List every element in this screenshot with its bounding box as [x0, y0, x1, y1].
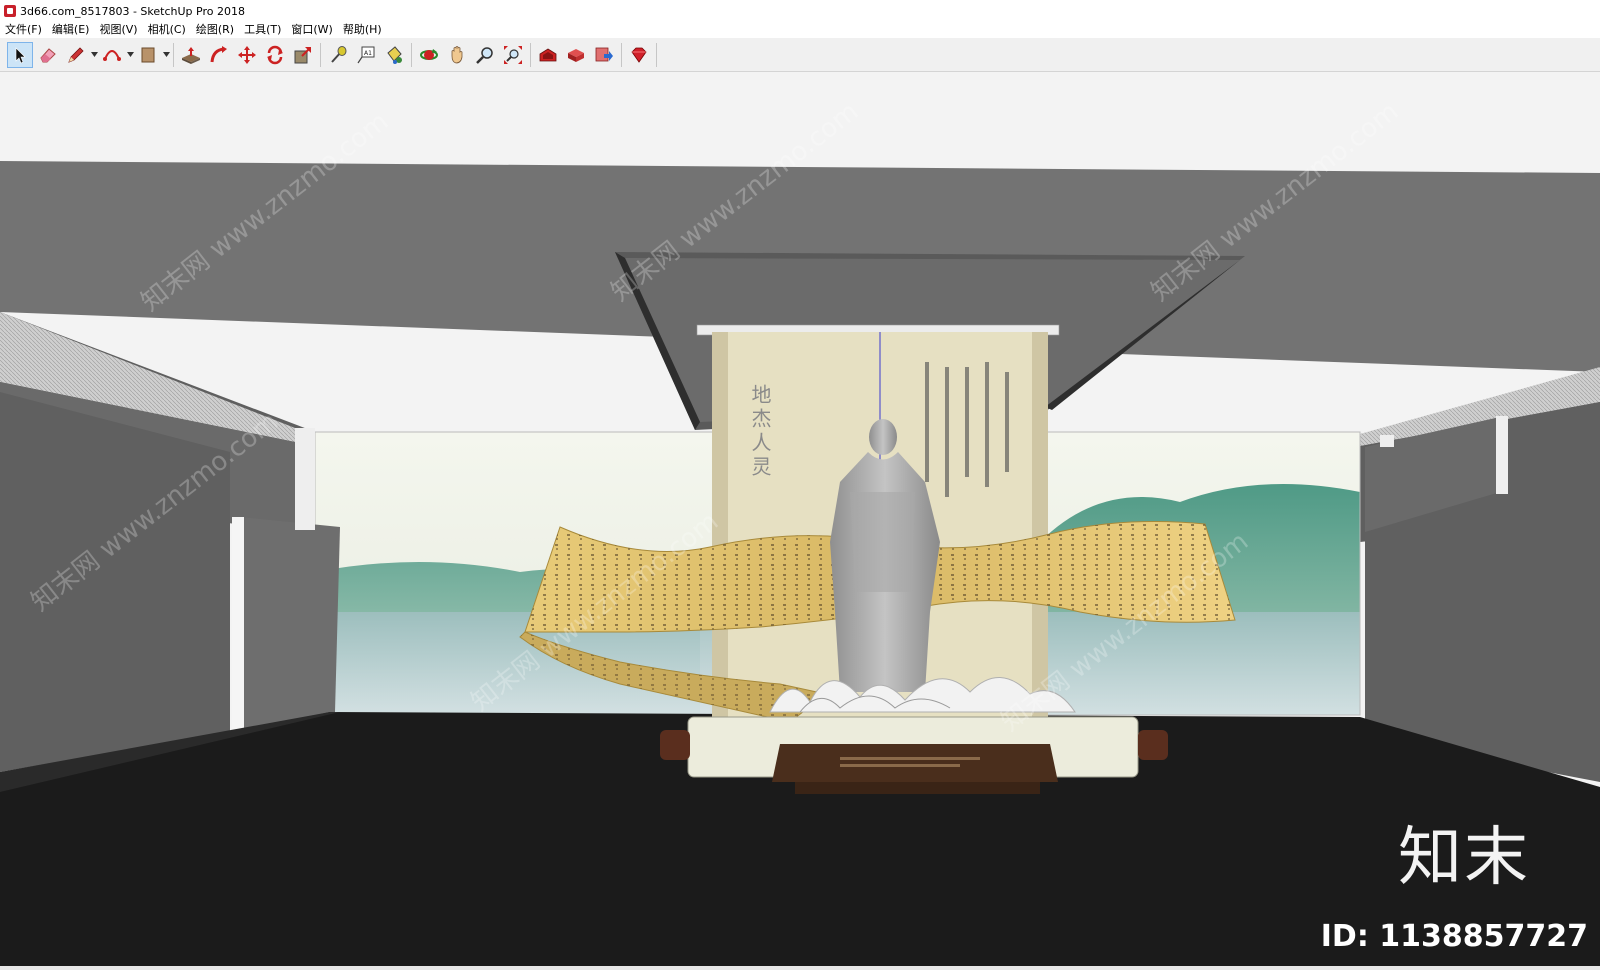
model-viewport[interactable]: 地杰人灵 知末网 www.znzmo.com 知末网 www.znzmo.com…: [0, 72, 1600, 970]
menu-file[interactable]: 文件(F): [0, 22, 47, 38]
toolbar-separator: [173, 42, 174, 67]
push-pull-tool-button[interactable]: [178, 42, 204, 68]
zoom-extents-tool-button[interactable]: [500, 42, 526, 68]
tape-measure-icon: [331, 45, 347, 63]
sketchup-app-icon: [4, 5, 16, 17]
select-icon: [15, 46, 26, 63]
pencil-dropdown[interactable]: [90, 42, 98, 68]
menu-bar: 文件(F) 编辑(E) 视图(V) 相机(C) 绘图(R) 工具(T) 窗口(W…: [0, 22, 1600, 38]
warehouse-icon: [539, 48, 557, 61]
chevron-down-icon: [162, 52, 170, 57]
rectangle-icon: [141, 47, 155, 62]
pencil-tool-button[interactable]: [63, 42, 89, 68]
main-toolbar: A1: [0, 38, 1600, 72]
follow-me-tool-button[interactable]: [206, 42, 232, 68]
title-bar: 3d66.com_8517803 - SketchUp Pro 2018: [0, 0, 1600, 22]
text-icon: A1: [357, 46, 375, 63]
chevron-down-icon: [90, 52, 98, 57]
menu-tools[interactable]: 工具(T): [239, 22, 286, 38]
menu-edit[interactable]: 编辑(E): [47, 22, 95, 38]
ruby-console-button[interactable]: [626, 42, 652, 68]
rectangle-tool-button[interactable]: [135, 42, 161, 68]
toolbar-separator: [320, 42, 321, 67]
move-icon: [238, 45, 256, 64]
menu-view[interactable]: 视图(V): [94, 22, 142, 38]
text-tool-button[interactable]: A1: [353, 42, 379, 68]
brand-watermark: 知末: [1398, 821, 1530, 895]
components-button[interactable]: [563, 42, 589, 68]
rotate-tool-button[interactable]: [262, 42, 288, 68]
follow-me-icon: [210, 45, 227, 62]
components-icon: [568, 48, 584, 62]
ruby-icon: [631, 47, 647, 63]
toolbar-separator: [530, 42, 531, 67]
orbit-icon: [420, 48, 438, 60]
scale-tool-button[interactable]: [290, 42, 316, 68]
scale-icon: [294, 46, 311, 63]
scroll-title-text: 地杰人灵: [748, 384, 772, 480]
arc-tool-button[interactable]: [99, 42, 125, 68]
svg-text:A1: A1: [364, 50, 372, 57]
toolbar-separator: [621, 42, 622, 67]
scene-render: 地杰人灵 知末网 www.znzmo.com 知末网 www.znzmo.com…: [0, 97, 1600, 970]
id-watermark: ID: 1138857727: [1320, 919, 1588, 954]
window-title: 3d66.com_8517803 - SketchUp Pro 2018: [20, 4, 245, 18]
paint-bucket-icon: [387, 45, 402, 64]
share-model-icon: [595, 47, 613, 61]
menu-draw[interactable]: 绘图(R): [191, 22, 239, 38]
toolbar-separator: [656, 42, 657, 67]
pencil-icon: [68, 46, 84, 63]
tape-measure-tool-button[interactable]: [325, 42, 351, 68]
rectangle-dropdown[interactable]: [162, 42, 170, 68]
arc-icon: [103, 49, 121, 61]
select-tool-button[interactable]: [7, 41, 33, 68]
zoom-extents-icon: [504, 45, 522, 64]
pan-icon: [451, 45, 463, 63]
paint-bucket-tool-button[interactable]: [381, 42, 407, 68]
zoom-tool-button[interactable]: [472, 42, 498, 68]
orbit-tool-button[interactable]: [416, 42, 442, 68]
warehouse-button[interactable]: [535, 42, 561, 68]
pan-tool-button[interactable]: [444, 42, 470, 68]
push-pull-icon: [182, 46, 200, 64]
move-tool-button[interactable]: [234, 42, 260, 68]
status-bar: [0, 966, 1600, 970]
chevron-down-icon: [126, 52, 134, 57]
eraser-icon: [40, 47, 56, 62]
zoom-icon: [476, 46, 493, 64]
menu-window[interactable]: 窗口(W): [286, 22, 337, 38]
menu-help[interactable]: 帮助(H): [338, 22, 387, 38]
menu-camera[interactable]: 相机(C): [143, 22, 191, 38]
rotate-icon: [267, 45, 283, 64]
eraser-tool-button[interactable]: [35, 42, 61, 68]
toolbar-separator: [411, 42, 412, 67]
arc-dropdown[interactable]: [126, 42, 134, 68]
share-model-button[interactable]: [591, 42, 617, 68]
